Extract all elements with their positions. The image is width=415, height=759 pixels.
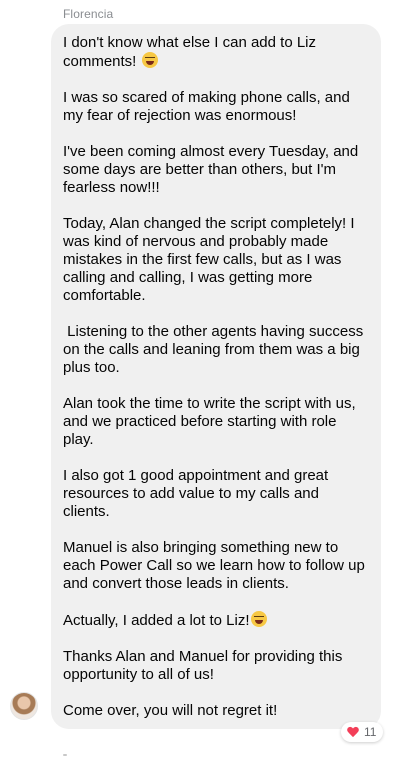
message-paragraph: Manuel is also bringing something new to… — [63, 539, 369, 592]
message-paragraph: I don't know what else I can add to Liz … — [63, 34, 321, 70]
message-bubble[interactable]: I don't know what else I can add to Liz … — [51, 24, 381, 729]
message-paragraph: Come over, you will not regret it! — [63, 702, 278, 719]
reaction-badge[interactable]: 11 — [341, 722, 384, 742]
sender-avatar[interactable] — [10, 692, 38, 720]
reaction-count: 11 — [364, 725, 377, 739]
grinning-squinting-face-icon — [141, 52, 158, 68]
rolling-on-floor-laughing-icon — [250, 611, 267, 627]
heart-icon — [347, 727, 359, 738]
message-paragraph: Thanks Alan and Manuel for providing thi… — [63, 648, 347, 683]
next-message-indicator — [63, 754, 67, 756]
message-paragraph: Alan took the time to write the script w… — [63, 395, 360, 448]
message-paragraph: Actually, I added a lot to Liz! — [63, 611, 367, 630]
message-thread: Florencia I don't know what else I can a… — [0, 0, 415, 759]
message-paragraph: Listening to the other agents having suc… — [63, 323, 368, 376]
sender-name: Florencia — [63, 7, 114, 21]
message-paragraph: I was so scared of making phone calls, a… — [63, 89, 354, 124]
message-paragraph: I also got 1 good appointment and great … — [63, 467, 333, 520]
message-paragraph: I've been coming almost every Tuesday, a… — [63, 143, 363, 196]
message-paragraph: Today, Alan changed the script completel… — [63, 215, 359, 304]
